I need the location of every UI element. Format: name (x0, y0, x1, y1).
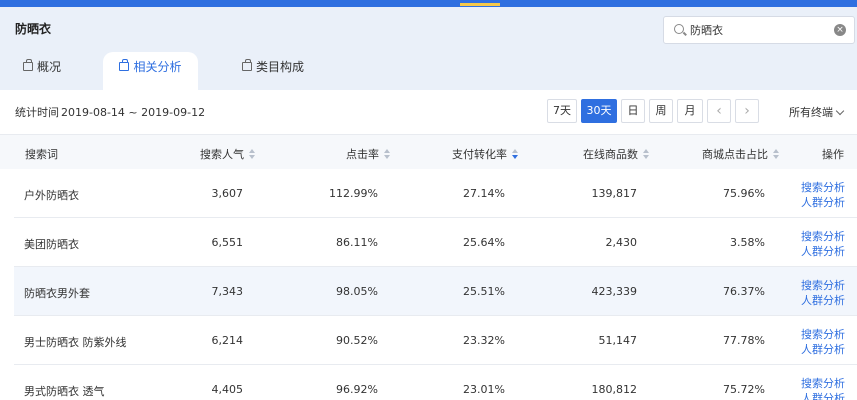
table-row: 防晒衣男外套 7,343 98.05% 25.51% 423,339 76.37… (14, 267, 857, 316)
col-actions: 操作 (822, 148, 844, 161)
cell-mall-share: 75.96% (723, 187, 765, 200)
tab-label: 相关分析 (133, 60, 182, 74)
page-title: 防晒衣 (15, 22, 52, 36)
sort-desc-icon (512, 149, 518, 159)
bag-icon (119, 59, 130, 71)
search-icon (674, 24, 684, 34)
range-day-button[interactable]: 日 (621, 99, 645, 123)
crowd-analysis-link[interactable]: 人群分析 (801, 341, 845, 357)
range-30d-button[interactable]: 30天 (581, 99, 617, 123)
col-search-term: 搜索词 (25, 148, 58, 161)
range-month-button[interactable]: 月 (677, 99, 703, 123)
cell-conversion: 27.14% (463, 187, 505, 200)
chevron-down-icon (835, 106, 845, 116)
prev-period-button[interactable]: ‹ (707, 99, 731, 123)
cell-popularity: 3,607 (211, 187, 244, 200)
top-accent-bar (0, 0, 857, 7)
table-row: 男式防晒衣 透气 4,405 96.92% 23.01% 180,812 75.… (14, 365, 857, 400)
stat-period: 统计时间 2019-08-14 ~ 2019-09-12 (15, 104, 207, 120)
cell-ctr: 96.92% (336, 383, 378, 396)
col-label: 支付转化率 (452, 148, 507, 161)
crowd-analysis-link[interactable]: 人群分析 (801, 194, 845, 210)
cell-ctr: 86.11% (336, 236, 378, 249)
col-items[interactable]: 在线商品数 (583, 146, 649, 162)
search-box[interactable]: × (663, 16, 855, 44)
cell-conversion: 23.32% (463, 334, 505, 347)
bag-icon (242, 59, 252, 71)
tab-overview[interactable]: 概况 (17, 52, 67, 90)
col-label: 搜索人气 (200, 148, 244, 161)
clear-icon[interactable]: × (834, 24, 846, 36)
terminal-select-value: 所有终端 (789, 106, 833, 119)
terminal-select[interactable]: 所有终端 (789, 104, 845, 120)
top-accent-highlight (460, 3, 500, 6)
table-row: 男士防晒衣 防紫外线 6,214 90.52% 23.32% 51,147 77… (14, 316, 857, 365)
crowd-analysis-link[interactable]: 人群分析 (801, 292, 845, 308)
search-analysis-link[interactable]: 搜索分析 (801, 228, 845, 244)
col-conversion[interactable]: 支付转化率 (452, 146, 518, 162)
col-popularity[interactable]: 搜索人气 (200, 146, 255, 162)
search-analysis-link[interactable]: 搜索分析 (801, 277, 845, 293)
tab-label: 概况 (37, 60, 62, 74)
col-mall-share[interactable]: 商城点击占比 (702, 146, 779, 162)
cell-term: 男式防晒衣 透气 (24, 385, 105, 398)
cell-term: 防晒衣男外套 (24, 287, 90, 300)
bag-icon (23, 59, 33, 71)
search-analysis-link[interactable]: 搜索分析 (801, 179, 845, 195)
col-label: 商城点击占比 (702, 148, 768, 161)
next-period-button[interactable]: › (735, 99, 759, 123)
table-header: 搜索词 搜索人气 点击率 支付转化率 在线商品数 商城点击占比 操作 (0, 134, 857, 169)
cell-ctr: 98.05% (336, 285, 378, 298)
cell-items: 2,430 (605, 236, 638, 249)
crowd-analysis-link[interactable]: 人群分析 (801, 243, 845, 259)
cell-popularity: 6,214 (211, 334, 244, 347)
cell-popularity: 6,551 (211, 236, 244, 249)
tab-category[interactable]: 类目构成 (236, 52, 310, 90)
col-label: 点击率 (346, 148, 379, 161)
col-ctr[interactable]: 点击率 (346, 146, 390, 162)
stat-period-value: 2019-08-14 ~ 2019-09-12 (61, 106, 206, 119)
table-row: 户外防晒衣 3,607 112.99% 27.14% 139,817 75.96… (14, 169, 857, 218)
search-analysis-link[interactable]: 搜索分析 (801, 375, 845, 391)
sort-icon (773, 149, 779, 159)
cell-popularity: 4,405 (211, 383, 244, 396)
cell-conversion: 25.64% (463, 236, 505, 249)
sort-icon (249, 149, 255, 159)
cell-mall-share: 75.72% (723, 383, 765, 396)
cell-mall-share: 3.58% (730, 236, 765, 249)
search-input[interactable] (690, 21, 830, 39)
cell-term: 男士防晒衣 防紫外线 (24, 336, 127, 349)
cell-popularity: 7,343 (211, 285, 244, 298)
tab-label: 类目构成 (256, 60, 305, 74)
table-row: 美团防晒衣 6,551 86.11% 25.64% 2,430 3.58% 搜索… (14, 218, 857, 267)
stat-period-label: 统计时间 (15, 106, 59, 119)
col-label: 在线商品数 (583, 148, 638, 161)
cell-mall-share: 77.78% (723, 334, 765, 347)
cell-items: 180,812 (591, 383, 638, 396)
cell-items: 139,817 (591, 187, 638, 200)
cell-term: 美团防晒衣 (24, 238, 79, 251)
page-header: 防晒衣 × 概况 相关分析 类目构成 (0, 7, 857, 90)
crowd-analysis-link[interactable]: 人群分析 (801, 390, 845, 400)
cell-conversion: 23.01% (463, 383, 505, 396)
cell-ctr: 112.99% (329, 187, 378, 200)
cell-mall-share: 76.37% (723, 285, 765, 298)
range-week-button[interactable]: 周 (649, 99, 673, 123)
content-card: 统计时间 2019-08-14 ~ 2019-09-12 7天 30天 日 周 月… (0, 90, 857, 400)
range-7d-button[interactable]: 7天 (547, 99, 577, 123)
cell-term: 户外防晒衣 (24, 189, 79, 202)
search-analysis-link[interactable]: 搜索分析 (801, 326, 845, 342)
tab-related-analysis[interactable]: 相关分析 (103, 52, 198, 90)
cell-conversion: 25.51% (463, 285, 505, 298)
cell-items: 51,147 (598, 334, 638, 347)
cell-ctr: 90.52% (336, 334, 378, 347)
cell-items: 423,339 (591, 285, 638, 298)
sort-icon (384, 149, 390, 159)
sort-icon (643, 149, 649, 159)
